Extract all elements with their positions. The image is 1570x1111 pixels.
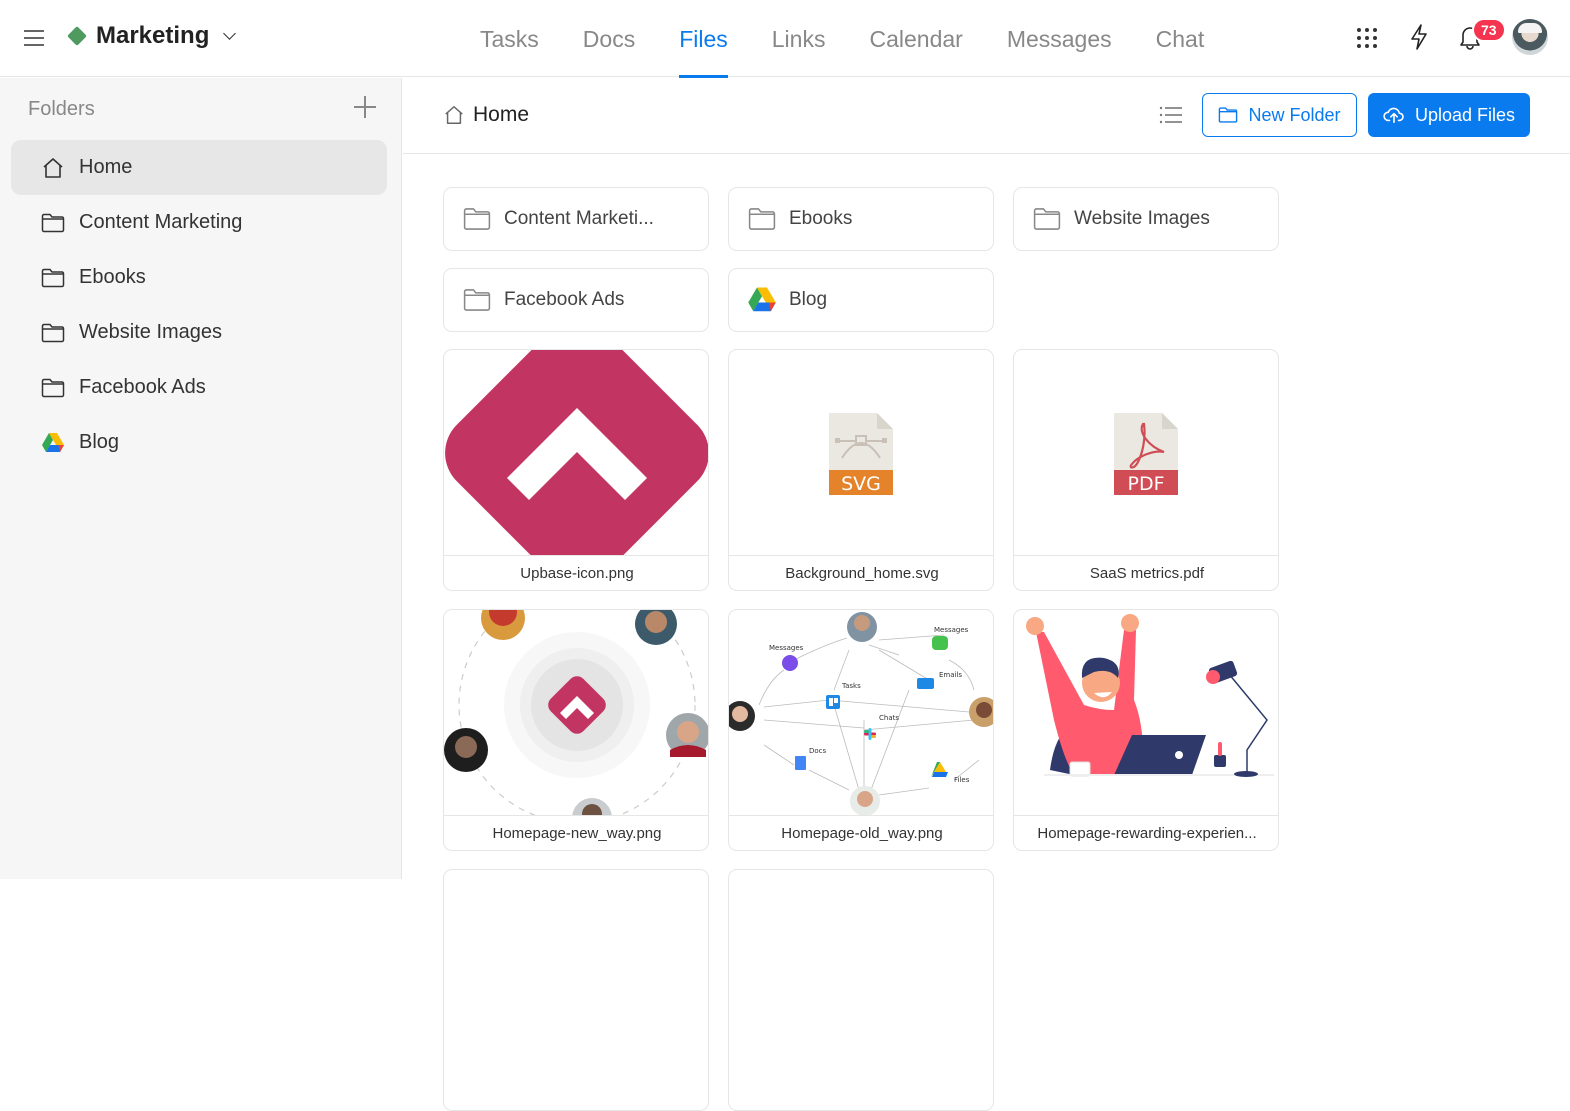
svg-badge: SVG: [841, 473, 881, 495]
sidebar-item-label: Blog: [79, 431, 120, 453]
sidebar-item-website-images[interactable]: Website Images: [11, 305, 387, 360]
file-name: SaaS metrics.pdf: [1089, 565, 1205, 582]
file-card-partial[interactable]: [728, 869, 994, 1111]
folder-card-content-marketing[interactable]: Content Marketi...: [443, 187, 709, 251]
main-nav: Tasks Docs Files Links Calendar Messages…: [458, 0, 1227, 78]
menu-icon[interactable]: [24, 30, 44, 46]
pdf-badge: PDF: [1127, 473, 1164, 495]
file-card-background-home-svg[interactable]: SVG Background_home.svg: [728, 349, 994, 591]
google-drive-icon: [42, 432, 64, 452]
upbase-logo-thumbnail: [444, 350, 708, 556]
sidebar-title: Folders: [28, 98, 95, 120]
workspace-name: Marketing: [96, 22, 210, 49]
folder-name: Facebook Ads: [504, 289, 625, 310]
sidebar-item-blog[interactable]: Blog: [11, 415, 387, 470]
folder-icon: [1033, 208, 1061, 230]
diagram-label: Chats: [879, 714, 899, 722]
tab-chat[interactable]: Chat: [1134, 0, 1227, 77]
tab-links[interactable]: Links: [750, 0, 848, 77]
file-name: Homepage-rewarding-experien...: [1037, 825, 1257, 842]
folder-card-blog[interactable]: Blog: [728, 268, 994, 332]
folder-icon: [748, 208, 776, 230]
new-way-illustration: [444, 610, 708, 816]
user-avatar[interactable]: [1512, 19, 1548, 55]
sidebar-item-label: Facebook Ads: [79, 376, 206, 398]
folder-icon: [41, 213, 65, 232]
breadcrumb[interactable]: Home: [443, 103, 529, 127]
new-folder-button[interactable]: New Folder: [1202, 93, 1357, 137]
sidebar-item-label: Content Marketing: [79, 211, 243, 233]
file-card-saas-metrics-pdf[interactable]: PDF SaaS metrics.pdf: [1013, 349, 1279, 591]
folder-name: Content Marketi...: [504, 208, 654, 229]
lightning-icon[interactable]: [1409, 24, 1429, 50]
diagram-label: Docs: [809, 747, 827, 755]
new-folder-label: New Folder: [1248, 104, 1341, 125]
sidebar-item-label: Home: [79, 156, 133, 178]
svg-file-icon: SVG: [729, 350, 993, 556]
folder-icon: [41, 378, 65, 397]
pdf-file-icon: PDF: [1014, 350, 1278, 556]
sidebar-item-home[interactable]: Home: [11, 140, 387, 195]
workspace-color-icon: [67, 26, 87, 46]
breadcrumb-home: Home: [473, 103, 530, 126]
files-main: Home New Folder Upload Files Content Mar…: [403, 78, 1570, 1111]
file-card-partial[interactable]: [443, 869, 709, 1111]
file-card-homepage-new-way[interactable]: Homepage-new_way.png: [443, 609, 709, 851]
file-name: Homepage-new_way.png: [492, 825, 662, 842]
plus-icon[interactable]: [354, 96, 376, 118]
file-name: Background_home.svg: [785, 565, 939, 582]
tab-messages[interactable]: Messages: [985, 0, 1134, 77]
diagram-label: Messages: [934, 626, 969, 634]
cloud-upload-icon: [1383, 107, 1404, 124]
tab-calendar[interactable]: Calendar: [847, 0, 984, 77]
tab-docs[interactable]: Docs: [561, 0, 657, 77]
sidebar-item-content-marketing[interactable]: Content Marketing: [11, 195, 387, 250]
home-icon: [43, 157, 63, 178]
tab-files[interactable]: Files: [657, 0, 750, 78]
folder-icon: [463, 208, 491, 230]
file-name: Upbase-icon.png: [520, 565, 634, 582]
sidebar-item-ebooks[interactable]: Ebooks: [11, 250, 387, 305]
google-drive-icon: [748, 287, 776, 312]
folder-name: Blog: [789, 289, 828, 310]
sidebar-item-facebook-ads[interactable]: Facebook Ads: [11, 360, 387, 415]
sidebar-item-label: Website Images: [79, 321, 223, 343]
diagram-label: Messages: [769, 644, 804, 652]
folder-icon: [463, 289, 491, 311]
folder-name: Website Images: [1074, 208, 1210, 229]
top-bar: Marketing Tasks Docs Files Links Calenda…: [0, 0, 1570, 78]
diagram-label: Files: [954, 776, 970, 784]
file-card-upbase-icon[interactable]: Upbase-icon.png: [443, 349, 709, 591]
file-card-homepage-old-way[interactable]: Messages Messages Emails Tasks Chats Doc…: [728, 609, 994, 851]
diagram-label: Emails: [939, 671, 962, 679]
notification-badge: 73: [1472, 18, 1506, 42]
celebration-illustration: [1014, 610, 1278, 816]
home-icon: [445, 106, 463, 124]
diagram-label: Tasks: [841, 682, 861, 690]
list-view-icon[interactable]: [1159, 105, 1183, 125]
folder-card-website-images[interactable]: Website Images: [1013, 187, 1279, 251]
tab-tasks[interactable]: Tasks: [458, 0, 561, 77]
apps-grid-icon[interactable]: [1357, 28, 1377, 48]
old-way-diagram: Messages Messages Emails Tasks Chats Doc…: [729, 610, 993, 816]
sidebar-item-label: Ebooks: [79, 266, 146, 288]
folder-icon: [1219, 107, 1238, 123]
files-header: Home New Folder Upload Files: [403, 78, 1570, 154]
folder-card-facebook-ads[interactable]: Facebook Ads: [443, 268, 709, 332]
file-card-homepage-rewarding[interactable]: Homepage-rewarding-experien...: [1013, 609, 1279, 851]
folder-name: Ebooks: [789, 208, 853, 229]
chevron-down-icon: [223, 26, 237, 40]
file-name: Homepage-old_way.png: [781, 825, 943, 842]
upload-files-label: Upload Files: [1414, 104, 1516, 125]
folder-card-ebooks[interactable]: Ebooks: [728, 187, 994, 251]
upload-files-button[interactable]: Upload Files: [1368, 93, 1530, 137]
folder-icon: [41, 268, 65, 287]
folders-sidebar: Folders Home Content Marketing Ebooks We…: [0, 78, 402, 879]
workspace-switcher[interactable]: Marketing: [67, 22, 237, 50]
folder-icon: [41, 323, 65, 342]
